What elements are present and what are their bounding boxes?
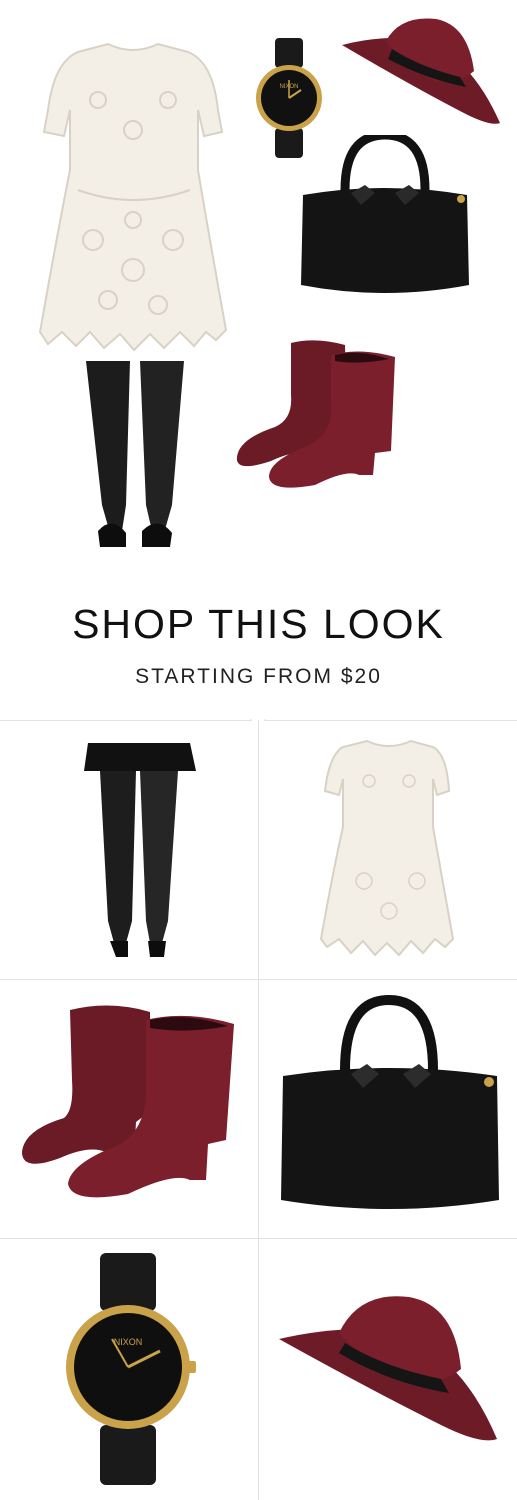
product-lace-dress[interactable]	[259, 721, 517, 979]
product-tights[interactable]	[0, 721, 258, 979]
tights-icon	[84, 743, 196, 957]
tights-image	[86, 361, 184, 547]
boots-image	[236, 340, 395, 488]
dress-image	[38, 42, 228, 352]
product-grid: NIXON	[0, 719, 517, 1500]
watch-icon: NIXON	[66, 1253, 196, 1485]
shop-this-look-banner[interactable]: SHOP THIS LOOK STARTING FROM $20	[0, 590, 517, 689]
product-ankle-boots[interactable]	[0, 980, 258, 1238]
outfit-collage: NIXON	[0, 0, 517, 580]
bag-icon	[281, 994, 499, 1209]
boots-icon	[22, 1005, 234, 1198]
product-leather-bag[interactable]	[259, 980, 517, 1238]
dress-icon	[319, 739, 455, 957]
watch-brand-text: NIXON	[114, 1337, 143, 1347]
shop-heading: SHOP THIS LOOK	[72, 601, 445, 647]
bag-image	[301, 135, 469, 293]
hat-icon	[279, 1296, 497, 1441]
product-watch[interactable]: NIXON	[0, 1239, 258, 1497]
product-wide-brim-hat[interactable]	[259, 1239, 517, 1497]
hat-image	[342, 18, 500, 124]
shop-subheading: STARTING FROM $20	[135, 665, 382, 688]
